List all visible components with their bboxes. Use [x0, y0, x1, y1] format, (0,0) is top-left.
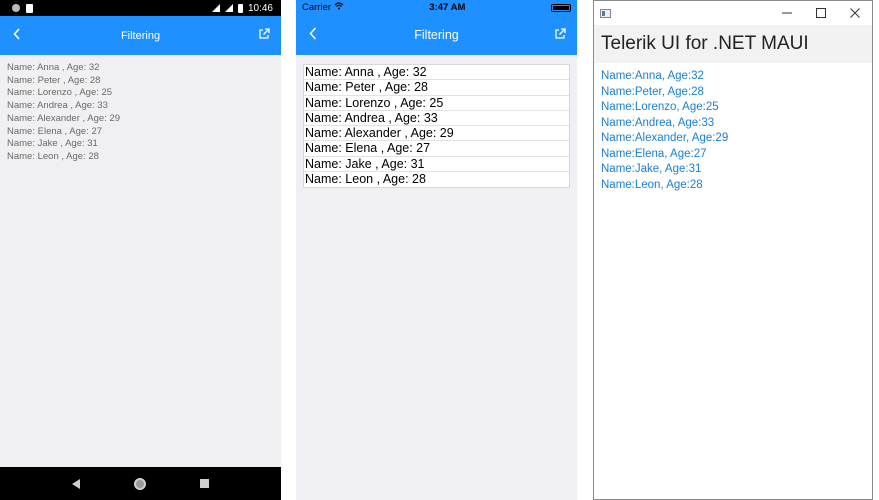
- android-nav-bar: [0, 467, 281, 500]
- list-item[interactable]: Name: Lorenzo , Age: 25: [7, 87, 274, 100]
- filtered-list: Name:Anna, Age:32 Name:Peter, Age:28 Nam…: [594, 63, 872, 199]
- wifi-icon: [334, 2, 344, 10]
- list-item[interactable]: Name:Alexander, Age:29: [601, 131, 865, 147]
- status-time: 10:46: [247, 2, 273, 14]
- list-item[interactable]: Name: Jake , Age: 31: [304, 157, 569, 173]
- close-icon[interactable]: [838, 1, 872, 25]
- carrier-label: Carrier: [302, 2, 344, 13]
- list-item[interactable]: Name: Lorenzo , Age: 25: [304, 96, 569, 111]
- list-item[interactable]: Name: Anna , Age: 32: [304, 65, 569, 81]
- ios-screen: Carrier 3:47 AM Filtering Name: Anna , A…: [296, 0, 577, 500]
- list-item[interactable]: Name:Peter, Age:28: [601, 85, 865, 101]
- app-icon: [600, 8, 611, 18]
- list-item[interactable]: Name: Jake , Age: 31: [7, 138, 274, 151]
- list-item[interactable]: Name: Elena , Age: 27: [304, 141, 569, 157]
- android-status-bar: 10:46: [0, 0, 281, 16]
- list-item[interactable]: Name: Alexander , Age: 29: [304, 126, 569, 142]
- android-screen: 10:46 Filtering Name: Anna , Age: 32 Nam…: [0, 0, 281, 500]
- list-item[interactable]: Name: Alexander , Age: 29: [7, 113, 274, 126]
- list-item[interactable]: Name:Lorenzo, Age:25: [601, 100, 865, 116]
- android-app-header: Filtering: [0, 16, 281, 55]
- filtered-list: Name: Anna , Age: 32 Name: Peter , Age: …: [0, 55, 281, 171]
- ios-status-bar: Carrier 3:47 AM: [296, 0, 577, 15]
- list-item[interactable]: Name:Elena, Age:27: [601, 147, 865, 163]
- signal-icon: [224, 4, 233, 12]
- list-item[interactable]: Name: Peter , Age: 28: [7, 75, 274, 88]
- sd-card-icon: [26, 3, 33, 13]
- windows-window: Telerik UI for .NET MAUI Name:Anna, Age:…: [593, 0, 873, 500]
- battery-icon: [237, 3, 243, 13]
- list-item[interactable]: Name:Jake, Age:31: [601, 162, 865, 178]
- chevron-left-icon[interactable]: [10, 28, 24, 43]
- list-item[interactable]: Name: Peter , Age: 28: [304, 80, 569, 96]
- nav-recents-icon[interactable]: [200, 479, 209, 488]
- filtered-list: Name: Anna , Age: 32 Name: Peter , Age: …: [303, 64, 570, 189]
- page-title: Filtering: [120, 29, 161, 42]
- external-link-icon[interactable]: [553, 27, 567, 43]
- page-title: Telerik UI for .NET MAUI: [601, 33, 809, 54]
- minimize-icon[interactable]: [770, 1, 804, 25]
- list-item[interactable]: Name: Andrea , Age: 33: [7, 100, 274, 113]
- carrier-text: Carrier: [302, 2, 332, 13]
- battery-icon: [551, 3, 571, 12]
- list-item[interactable]: Name: Leon , Age: 28: [7, 151, 274, 164]
- status-time: 3:47 AM: [429, 2, 466, 13]
- list-item[interactable]: Name: Leon , Age: 28: [304, 172, 569, 187]
- list-item[interactable]: Name: Anna , Age: 32: [7, 62, 274, 75]
- wifi-icon: [211, 4, 220, 12]
- notification-icon: [12, 4, 20, 12]
- list-item[interactable]: Name: Andrea , Age: 33: [304, 111, 569, 127]
- nav-home-icon[interactable]: [134, 477, 146, 490]
- external-link-icon[interactable]: [257, 28, 271, 43]
- nav-back-icon[interactable]: [72, 478, 80, 489]
- list-item[interactable]: Name:Andrea, Age:33: [601, 116, 865, 132]
- window-titlebar: [594, 1, 872, 25]
- chevron-left-icon[interactable]: [306, 27, 320, 43]
- list-item[interactable]: Name:Leon, Age:28: [601, 178, 865, 194]
- list-item[interactable]: Name: Elena , Age: 27: [7, 126, 274, 139]
- page-title: Filtering: [414, 28, 459, 42]
- ios-app-header: Filtering: [296, 15, 577, 55]
- window-app-header: Telerik UI for .NET MAUI: [594, 25, 872, 63]
- list-item[interactable]: Name:Anna, Age:32: [601, 69, 865, 85]
- maximize-icon[interactable]: [804, 1, 838, 25]
